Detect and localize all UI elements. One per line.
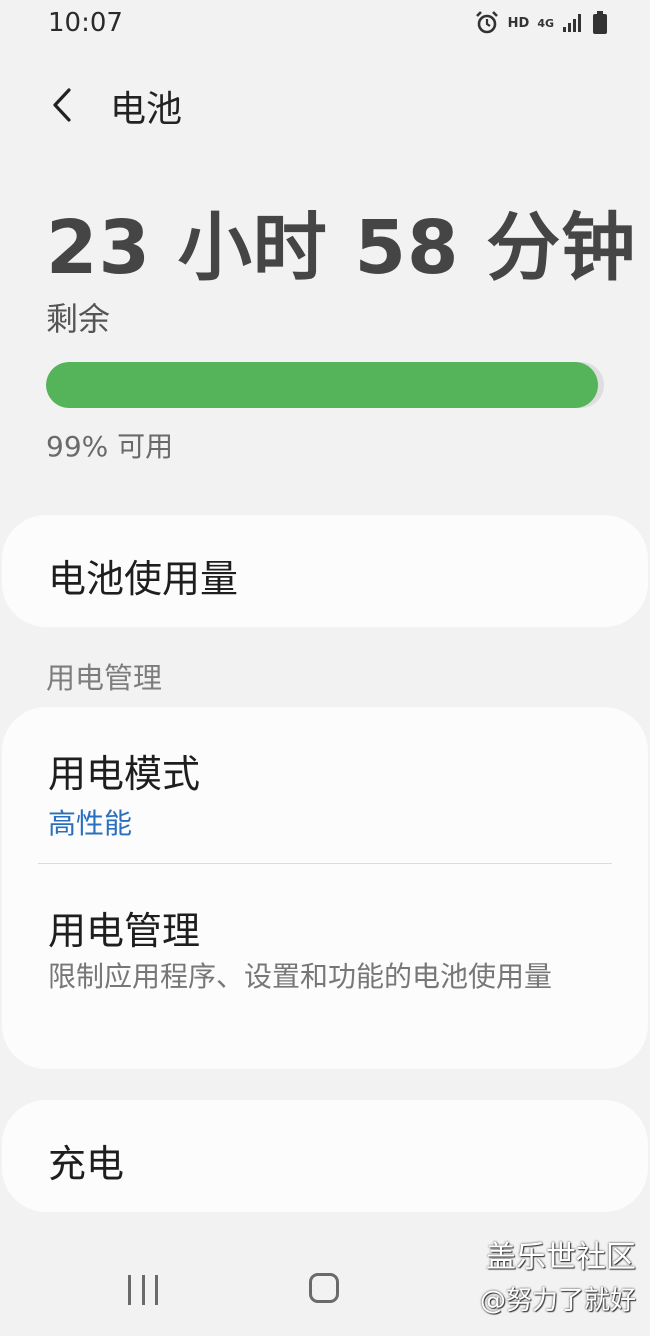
battery-percent: 99% 可用 (46, 430, 174, 463)
battery-usage-button[interactable]: 电池使用量 (2, 515, 648, 627)
remaining-time: 23 小时 58 分钟 (46, 205, 637, 291)
charging-button[interactable]: 充电 (2, 1100, 648, 1212)
battery-level-fill (46, 362, 599, 408)
4g-icon: 4G (537, 16, 554, 30)
power-mode-value: 高性能 (48, 807, 133, 840)
watermark-title: 盖乐世社区 (486, 1240, 636, 1275)
power-management-description: 限制应用程序、设置和功能的电池使用量 (48, 960, 553, 993)
power-management-label: 用电管理 (48, 909, 201, 953)
back-button[interactable] (40, 78, 84, 132)
battery-icon (593, 11, 607, 34)
page-title: 电池 (110, 89, 183, 130)
battery-usage-label: 电池使用量 (48, 557, 239, 601)
watermark-handle: @努力了就好 (479, 1286, 636, 1316)
recent-apps-icon[interactable] (128, 1275, 158, 1305)
charging-label: 充电 (48, 1142, 125, 1186)
home-icon[interactable] (309, 1273, 339, 1303)
alarm-icon (475, 11, 498, 34)
battery-level-bar (46, 362, 604, 408)
power-mode-label: 用电模式 (48, 752, 201, 796)
hd-icon: HD (507, 15, 530, 31)
header: 电池 (0, 70, 650, 140)
power-mode-item[interactable]: 用电模式 高性能 (2, 707, 648, 863)
signal-icon (563, 14, 581, 32)
power-management-item[interactable]: 用电管理 限制应用程序、设置和功能的电池使用量 (2, 864, 648, 1069)
chevron-left-icon (53, 88, 71, 122)
status-bar: 10:07 HD 4G (0, 0, 650, 48)
status-icons: HD 4G (474, 10, 608, 36)
remaining-label: 剩余 (46, 300, 111, 338)
power-management-card: 用电模式 高性能 用电管理 限制应用程序、设置和功能的电池使用量 (2, 707, 648, 1069)
status-time: 10:07 (48, 8, 123, 38)
section-title-power-management: 用电管理 (46, 661, 163, 695)
